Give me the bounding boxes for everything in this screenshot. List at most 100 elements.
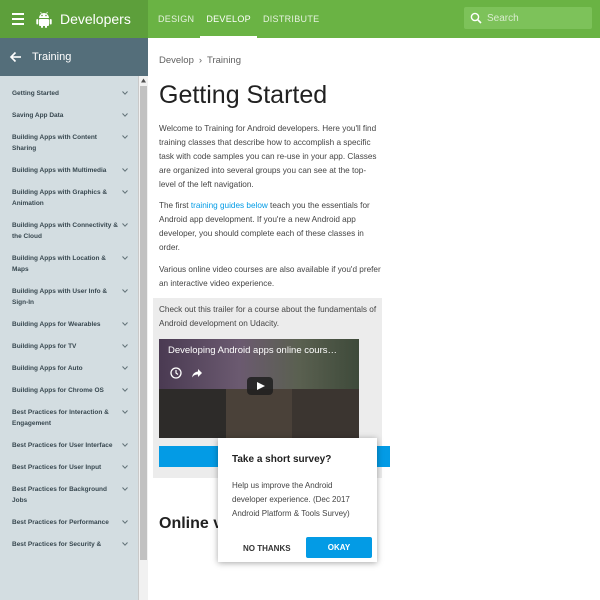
video-title[interactable]: Developing Android apps online cours… bbox=[168, 345, 337, 356]
chevron-down-icon[interactable] bbox=[122, 365, 128, 371]
sidebar-item-label: Building Apps with Multimedia bbox=[12, 167, 107, 174]
share-icon[interactable] bbox=[191, 367, 203, 379]
search-icon[interactable] bbox=[470, 12, 482, 24]
chevron-down-icon[interactable] bbox=[122, 189, 128, 195]
chevron-down-icon[interactable] bbox=[122, 112, 128, 118]
chevron-down-icon[interactable] bbox=[122, 387, 128, 393]
android-logo-icon[interactable] bbox=[34, 9, 54, 29]
sidebar-item-wearables[interactable]: Building Apps for Wearables bbox=[0, 319, 138, 330]
sidebar-item-label: Best Practices for Background Jobs bbox=[12, 486, 108, 504]
top-app-bar: Developers DESIGN DEVELOP DISTRIBUTE bbox=[0, 0, 600, 38]
sidebar-item-content-sharing[interactable]: Building Apps with Content Sharing bbox=[0, 132, 138, 154]
no-thanks-button[interactable]: NO THANKS bbox=[237, 538, 297, 559]
nav-distribute[interactable]: DISTRIBUTE bbox=[257, 0, 326, 38]
video-courses-paragraph: Various online video courses are also av… bbox=[159, 265, 381, 288]
chevron-down-icon[interactable] bbox=[122, 167, 128, 173]
sidebar-item-label: Saving App Data bbox=[12, 112, 64, 119]
sidebar-item-label: Getting Started bbox=[12, 90, 59, 97]
nav-develop[interactable]: DEVELOP bbox=[200, 0, 257, 38]
sidebar-item-getting-started[interactable]: Getting Started bbox=[0, 88, 138, 99]
sidebar-item-label: Best Practices for Performance bbox=[12, 519, 109, 526]
primary-nav: DESIGN DEVELOP DISTRIBUTE bbox=[152, 0, 325, 38]
play-button[interactable] bbox=[247, 377, 273, 395]
guides-text-before: The first bbox=[159, 201, 191, 210]
play-icon bbox=[257, 382, 265, 390]
back-arrow-icon[interactable] bbox=[9, 50, 23, 64]
dialog-body: Help us improve the Android developer ex… bbox=[232, 481, 350, 518]
sidebar-item-label: Building Apps for TV bbox=[12, 343, 77, 350]
app-window: Developers DESIGN DEVELOP DISTRIBUTE Tra… bbox=[0, 0, 600, 600]
sidebar-item-label: Building Apps for Auto bbox=[12, 365, 83, 372]
sidebar-item-label: Building Apps for Wearables bbox=[12, 321, 101, 328]
sidebar-item-user-input[interactable]: Best Practices for User Input bbox=[0, 462, 138, 473]
watch-later-icon[interactable] bbox=[170, 367, 182, 379]
breadcrumb-develop[interactable]: Develop bbox=[159, 55, 194, 66]
breadcrumb-separator: › bbox=[198, 55, 203, 66]
chevron-down-icon[interactable] bbox=[122, 343, 128, 349]
sidebar: Training Getting Started Saving App Data… bbox=[0, 38, 148, 600]
section-heading: Online v bbox=[159, 515, 223, 532]
sidebar-item-connectivity-cloud[interactable]: Building Apps with Connectivity & the Cl… bbox=[0, 220, 138, 242]
survey-dialog: Take a short survey? Help us improve the… bbox=[218, 438, 377, 562]
brand-title[interactable]: Developers bbox=[60, 11, 131, 27]
scrollbar-thumb[interactable] bbox=[140, 86, 147, 560]
sidebar-item-interaction-engagement[interactable]: Best Practices for Interaction & Engagem… bbox=[0, 407, 138, 429]
sidebar-item-user-info-sign-in[interactable]: Building Apps with User Info & Sign-In bbox=[0, 286, 138, 308]
trailer-text: Check out this trailer for a course abou… bbox=[159, 305, 377, 328]
nav-design[interactable]: DESIGN bbox=[152, 0, 200, 38]
sidebar-item-label: Best Practices for User Interface bbox=[12, 442, 113, 449]
chevron-down-icon[interactable] bbox=[122, 442, 128, 448]
breadcrumb-training[interactable]: Training bbox=[207, 55, 241, 66]
sidebar-item-tv[interactable]: Building Apps for TV bbox=[0, 341, 138, 352]
sidebar-item-auto[interactable]: Building Apps for Auto bbox=[0, 363, 138, 374]
chevron-down-icon[interactable] bbox=[122, 409, 128, 415]
sidebar-item-label: Building Apps for Chrome OS bbox=[12, 387, 104, 394]
intro-paragraph: Welcome to Training for Android develope… bbox=[159, 124, 377, 189]
training-guides-link[interactable]: training guides below bbox=[191, 201, 268, 210]
chevron-down-icon[interactable] bbox=[122, 90, 128, 96]
sidebar-item-label: Best Practices for Security & bbox=[12, 541, 102, 548]
guides-paragraph: The first training guides below teach yo… bbox=[159, 199, 381, 255]
chevron-down-icon[interactable] bbox=[122, 222, 128, 228]
chevron-down-icon[interactable] bbox=[122, 288, 128, 294]
breadcrumb: Develop › Training bbox=[159, 55, 241, 66]
chevron-down-icon[interactable] bbox=[122, 486, 128, 492]
dialog-title: Take a short survey? bbox=[232, 454, 332, 465]
chevron-down-icon[interactable] bbox=[122, 464, 128, 470]
sidebar-item-performance[interactable]: Best Practices for Performance bbox=[0, 517, 138, 528]
hamburger-menu-icon[interactable] bbox=[9, 10, 27, 28]
video-frame-1 bbox=[159, 389, 226, 438]
sidebar-scrollbar[interactable] bbox=[138, 76, 148, 600]
sidebar-item-location-maps[interactable]: Building Apps with Location & Maps bbox=[0, 253, 138, 275]
sidebar-header: Training bbox=[0, 38, 148, 76]
video-frame-3 bbox=[292, 389, 359, 438]
sidebar-item-security[interactable]: Best Practices for Security & bbox=[0, 539, 138, 550]
okay-button[interactable]: OKAY bbox=[306, 537, 372, 558]
sidebar-item-label: Best Practices for User Input bbox=[12, 464, 102, 471]
sidebar-title: Training bbox=[32, 51, 72, 63]
chevron-down-icon[interactable] bbox=[122, 134, 128, 140]
scroll-up-arrow-icon[interactable] bbox=[139, 76, 148, 85]
sidebar-item-label: Building Apps with Connectivity & the Cl… bbox=[12, 222, 118, 240]
video-frame-2 bbox=[225, 389, 293, 438]
page-title: Getting Started bbox=[159, 81, 328, 109]
search-input[interactable] bbox=[487, 12, 587, 24]
sidebar-nav-list: Getting Started Saving App Data Building… bbox=[0, 82, 138, 550]
video-thumbnail-bottom bbox=[159, 389, 359, 438]
chevron-down-icon[interactable] bbox=[122, 255, 128, 261]
sidebar-item-label: Best Practices for Interaction & Engagem… bbox=[12, 409, 109, 427]
chevron-down-icon[interactable] bbox=[122, 321, 128, 327]
sidebar-item-user-interface[interactable]: Best Practices for User Interface bbox=[0, 440, 138, 451]
chevron-down-icon[interactable] bbox=[122, 541, 128, 547]
video-player[interactable]: Developing Android apps online cours… bbox=[159, 339, 359, 438]
sidebar-item-saving-app-data[interactable]: Saving App Data bbox=[0, 110, 138, 121]
sidebar-item-graphics-animation[interactable]: Building Apps with Graphics & Animation bbox=[0, 187, 138, 209]
sidebar-item-background-jobs[interactable]: Best Practices for Background Jobs bbox=[0, 484, 138, 506]
chevron-down-icon[interactable] bbox=[122, 519, 128, 525]
sidebar-item-label: Building Apps with Location & Maps bbox=[12, 255, 106, 273]
sidebar-item-multimedia[interactable]: Building Apps with Multimedia bbox=[0, 165, 138, 176]
sidebar-item-label: Building Apps with Content Sharing bbox=[12, 134, 97, 152]
sidebar-item-chrome-os[interactable]: Building Apps for Chrome OS bbox=[0, 385, 138, 396]
sidebar-item-label: Building Apps with Graphics & Animation bbox=[12, 189, 108, 207]
search-box[interactable] bbox=[464, 7, 592, 29]
